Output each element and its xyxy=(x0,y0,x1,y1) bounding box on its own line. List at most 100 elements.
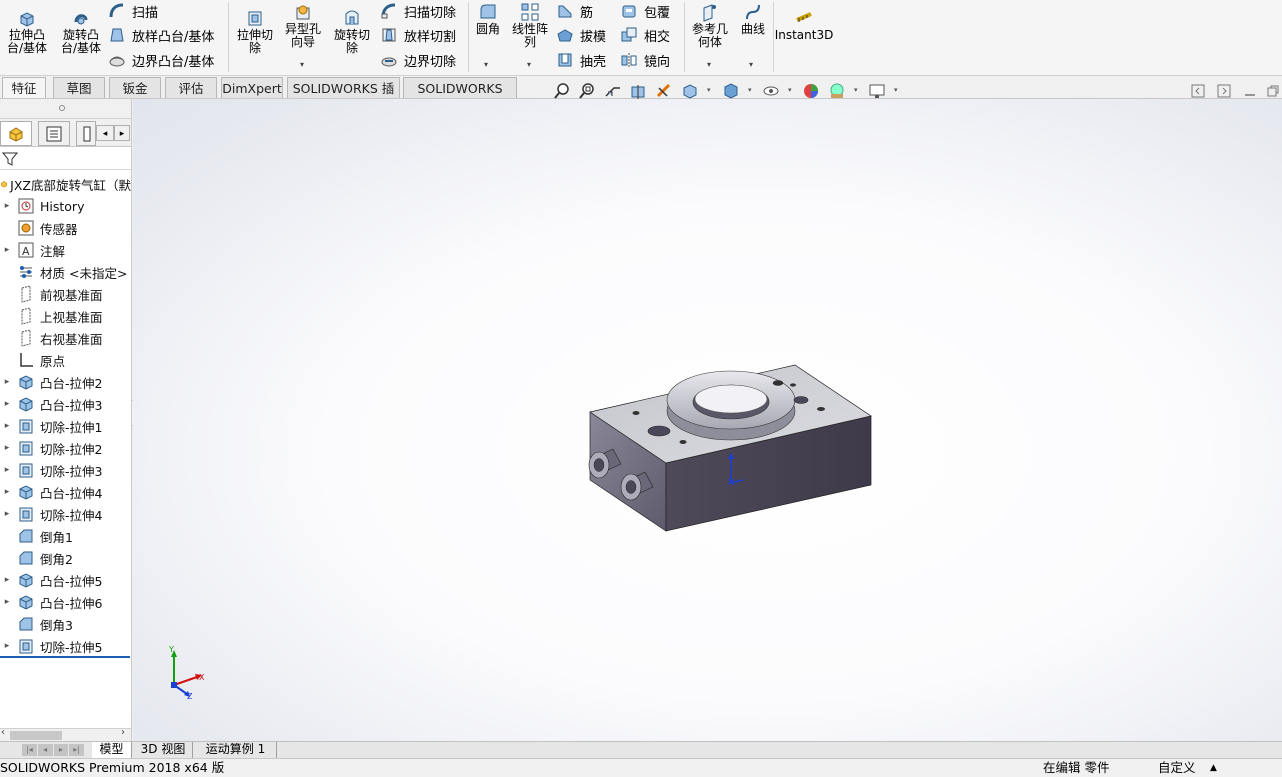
scroll-tabs-left-icon[interactable]: ◂ xyxy=(96,125,114,141)
edit-appearance-icon[interactable] xyxy=(802,82,820,100)
tree-root-part[interactable]: JXZ底部旋转气缸（默 xyxy=(0,173,131,195)
expand-arrow-icon[interactable]: ▸ xyxy=(0,399,14,409)
units-selector[interactable]: 自定义 xyxy=(1158,759,1196,777)
restore-document-icon[interactable] xyxy=(1266,84,1280,98)
expand-arrow-icon[interactable]: ▸ xyxy=(0,509,14,519)
tab-sketch[interactable]: 草图 xyxy=(53,77,105,98)
last-tab-icon[interactable]: ▸| xyxy=(69,744,84,756)
expand-arrow-icon[interactable]: ▸ xyxy=(0,201,14,211)
view-orientation-dropdown[interactable]: ▾ xyxy=(707,86,711,94)
hide-show-items-icon[interactable] xyxy=(762,82,780,100)
tree-item[interactable]: 倒角2 xyxy=(0,547,131,569)
scroll-left-arrow-icon[interactable]: ‹ xyxy=(1,727,5,738)
tree-item[interactable]: 右视基准面 xyxy=(0,327,131,349)
view-settings-icon[interactable] xyxy=(868,82,886,100)
filter-icon[interactable] xyxy=(2,151,18,167)
tree-item[interactable]: 原点 xyxy=(0,349,131,371)
linear-pattern-dropdown-arrow[interactable]: ▾ xyxy=(527,60,531,69)
panel-splitter[interactable] xyxy=(0,99,131,119)
lofted-cut-button[interactable]: 放样切割 xyxy=(380,24,456,46)
tree-item[interactable]: ▸ 切除-拉伸3 xyxy=(0,459,131,481)
extrude-cut-button[interactable]: 拉伸切 除 xyxy=(233,8,277,55)
tree-item[interactable]: ▸ 凸台-拉伸5 xyxy=(0,569,131,591)
expand-arrow-icon[interactable]: ▸ xyxy=(0,377,14,387)
reference-geometry-dropdown-arrow[interactable]: ▾ xyxy=(707,60,711,69)
expand-arrow-icon[interactable]: ▸ xyxy=(0,465,14,475)
tree-item[interactable]: ▸ History xyxy=(0,195,131,217)
shell-button[interactable]: 抽壳 xyxy=(556,49,606,71)
linear-pattern-button[interactable]: 线性阵 列 xyxy=(508,2,552,49)
splitter-handle-icon[interactable] xyxy=(59,105,65,111)
fillet-button[interactable]: 圆角 xyxy=(472,2,504,36)
expand-arrow-icon[interactable]: ▸ xyxy=(0,641,14,651)
tree-item[interactable]: ▸ A 注解 xyxy=(0,239,131,261)
apply-scene-dropdown[interactable]: ▾ xyxy=(854,86,858,94)
hide-show-dropdown[interactable]: ▾ xyxy=(788,86,792,94)
swept-cut-button[interactable]: 扫描切除 xyxy=(380,0,456,22)
tab-model[interactable]: 模型 xyxy=(92,742,132,758)
wrap-button[interactable]: 包覆 xyxy=(620,0,670,22)
model-view[interactable]: Y X Z xyxy=(133,99,1282,741)
tab-scroll-controls[interactable]: |◂ ◂ ▸ ▸| xyxy=(22,744,84,756)
reference-geometry-button[interactable]: 参考几 何体 xyxy=(688,2,732,49)
3d-part-model[interactable] xyxy=(588,364,872,532)
scrollbar-thumb[interactable] xyxy=(10,731,62,740)
view-orientation-icon[interactable] xyxy=(681,82,699,100)
intersect-button[interactable]: 相交 xyxy=(620,24,670,46)
tab-sheet-metal[interactable]: 钣金 xyxy=(109,77,161,98)
display-style-icon[interactable] xyxy=(722,82,740,100)
tree-item[interactable]: ▸ 切除-拉伸1 xyxy=(0,415,131,437)
scroll-right-arrow-icon[interactable]: › xyxy=(121,727,125,738)
tree-item[interactable]: ▸ 凸台-拉伸2 xyxy=(0,371,131,393)
tab-dimxpert[interactable]: DimXpert xyxy=(221,77,283,98)
boundary-cut-button[interactable]: 边界切除 xyxy=(380,49,456,71)
property-manager-tab[interactable] xyxy=(38,121,70,146)
tab-motion-study[interactable]: 运动算例 1 xyxy=(195,742,277,758)
fillet-dropdown-arrow[interactable]: ▾ xyxy=(484,60,488,69)
tree-item[interactable]: ▸ 凸台-拉伸4 xyxy=(0,481,131,503)
section-view-icon[interactable] xyxy=(629,82,647,100)
first-tab-icon[interactable]: |◂ xyxy=(22,744,37,756)
tab-3d-view[interactable]: 3D 视图 xyxy=(134,742,193,758)
horizontal-scrollbar[interactable]: ‹ › xyxy=(0,727,131,741)
revolve-boss-button[interactable]: 旋转凸 台/基体 xyxy=(56,8,106,55)
tree-item[interactable]: ▸ 凸台-拉伸3 xyxy=(0,393,131,415)
zoom-to-fit-icon[interactable] xyxy=(553,82,571,100)
previous-view-icon[interactable] xyxy=(604,82,622,100)
curves-button[interactable]: 曲线 xyxy=(736,2,770,36)
zoom-to-area-icon[interactable] xyxy=(578,82,596,100)
tree-item[interactable]: ▸ 切除-拉伸2 xyxy=(0,437,131,459)
expand-arrow-icon[interactable]: ▸ xyxy=(0,575,14,585)
tree-item[interactable]: 前视基准面 xyxy=(0,283,131,305)
units-up-arrow-icon[interactable]: ▲ xyxy=(1210,759,1217,777)
expand-arrow-icon[interactable]: ▸ xyxy=(0,443,14,453)
tree-item[interactable]: 材质 <未指定> xyxy=(0,261,131,283)
tree-item[interactable]: ▸ 凸台-拉伸6 xyxy=(0,591,131,613)
feature-manager-tab[interactable] xyxy=(0,121,32,146)
tree-item[interactable]: 传感器 xyxy=(0,217,131,239)
next-tab-icon[interactable]: ▸ xyxy=(53,744,69,756)
hole-wizard-dropdown-arrow[interactable]: ▾ xyxy=(300,60,304,69)
tree-item[interactable]: ▸ 切除-拉伸4 xyxy=(0,503,131,525)
expand-arrow-icon[interactable]: ▸ xyxy=(0,597,14,607)
rib-button[interactable]: 筋 xyxy=(556,0,593,22)
boundary-boss-button[interactable]: 边界凸台/基体 xyxy=(108,49,214,71)
loft-boss-button[interactable]: 放样凸台/基体 xyxy=(108,24,214,46)
next-viewport-icon[interactable] xyxy=(1217,84,1231,98)
hole-wizard-button[interactable]: 异型孔 向导 xyxy=(281,2,325,49)
tree-item[interactable]: 上视基准面 xyxy=(0,305,131,327)
rollback-bar[interactable] xyxy=(0,656,130,658)
expand-arrow-icon[interactable]: ▸ xyxy=(0,421,14,431)
minimize-document-icon[interactable] xyxy=(1243,84,1257,98)
instant3d-button[interactable]: Instant3D xyxy=(775,8,833,42)
display-style-dropdown[interactable]: ▾ xyxy=(748,86,752,94)
dynamic-annotation-views-icon[interactable] xyxy=(655,82,673,100)
tab-solidworks-mbd[interactable]: SOLIDWORKS MBD xyxy=(403,77,517,117)
revolve-cut-button[interactable]: 旋转切 除 xyxy=(330,8,374,55)
apply-scene-icon[interactable] xyxy=(828,82,846,100)
tree-item[interactable]: 倒角1 xyxy=(0,525,131,547)
scroll-tabs-right-icon[interactable]: ▸ xyxy=(114,125,130,141)
filter-bar[interactable] xyxy=(0,148,131,170)
extrude-boss-button[interactable]: 拉伸凸 台/基体 xyxy=(4,8,50,55)
graphics-area[interactable]: Y X Z xyxy=(133,99,1282,741)
